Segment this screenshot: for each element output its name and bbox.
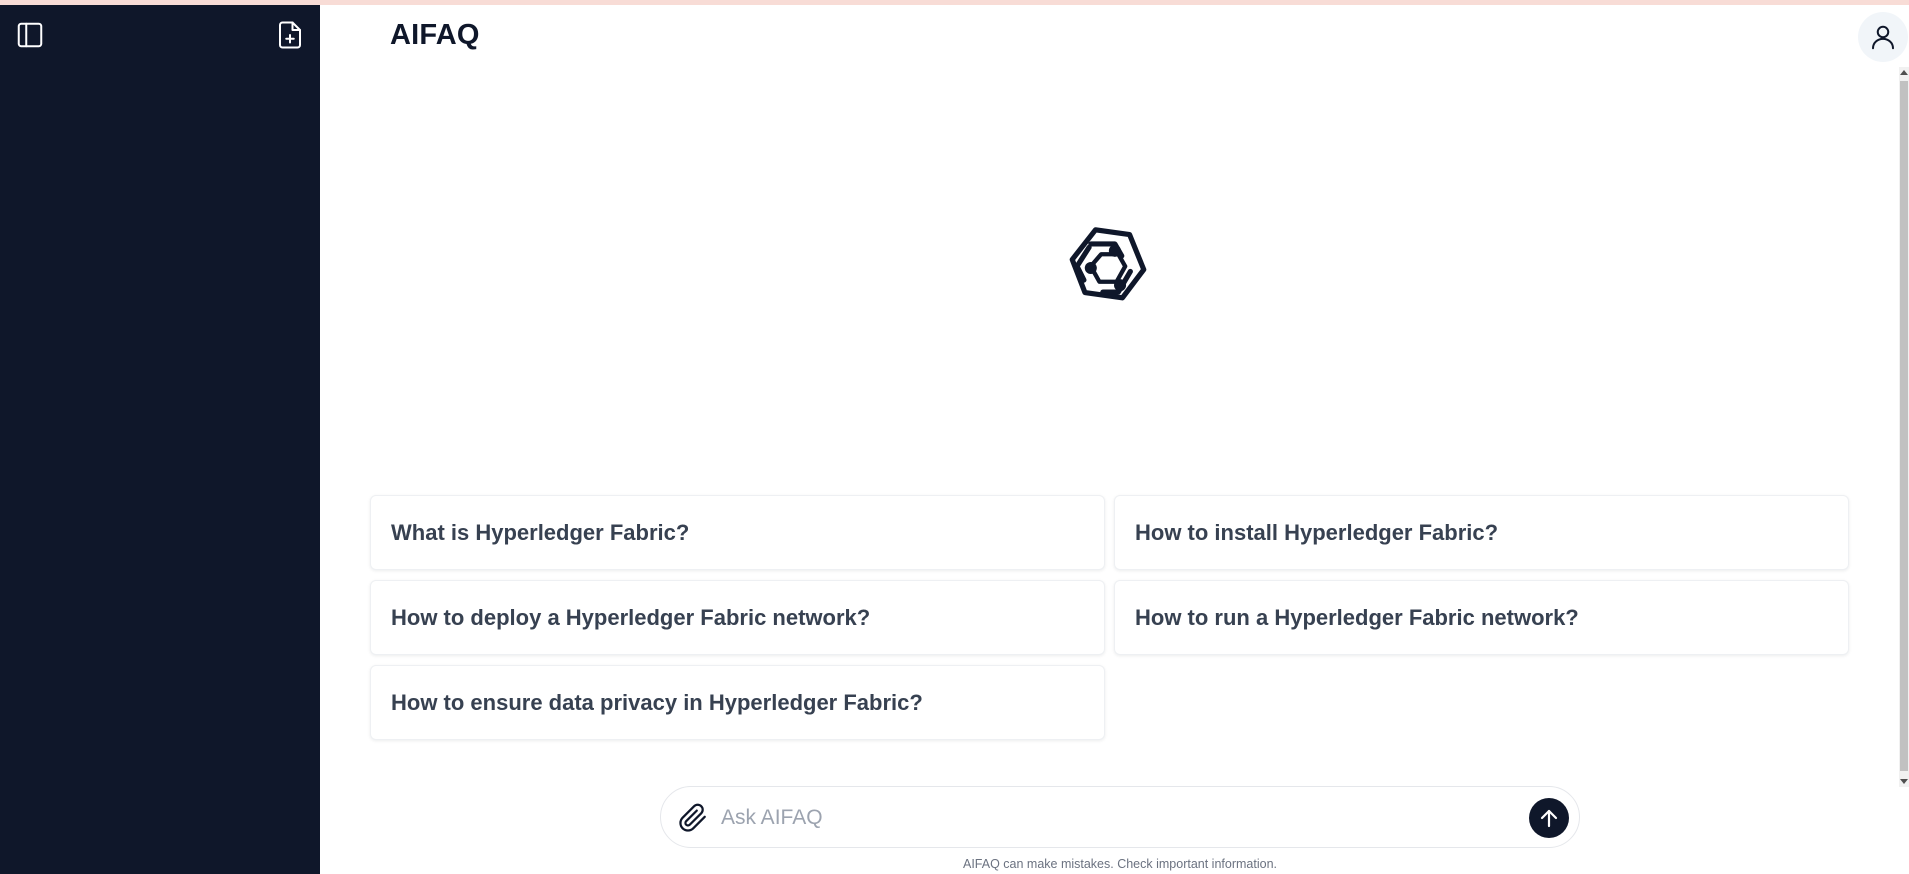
toggle-sidebar-button[interactable] (12, 17, 48, 53)
paperclip-icon (679, 803, 706, 832)
hyperledger-hexagon-logo-icon (1069, 227, 1147, 301)
arrow-up-icon (1540, 809, 1558, 828)
suggestion-label: How to install Hyperledger Fabric? (1135, 519, 1499, 545)
user-menu-button[interactable] (1858, 12, 1908, 62)
suggestion-card[interactable]: How to deploy a Hyperledger Fabric netwo… (370, 580, 1105, 655)
suggestion-card[interactable]: How to ensure data privacy in Hyperledge… (370, 665, 1105, 740)
sidebar (0, 5, 320, 874)
suggestion-label: How to ensure data privacy in Hyperledge… (391, 689, 923, 715)
scroll-up-arrow[interactable] (1900, 70, 1908, 75)
chat-main-area: AIFAQ What is Hyperledger Fabric? How to… (320, 5, 1909, 874)
suggestion-card[interactable]: How to run a Hyperledger Fabric network? (1114, 580, 1849, 655)
suggestion-label: How to run a Hyperledger Fabric network? (1135, 604, 1579, 630)
suggestion-card[interactable]: What is Hyperledger Fabric? (370, 495, 1105, 570)
suggestion-card[interactable]: How to install Hyperledger Fabric? (1114, 495, 1849, 570)
suggestion-label: How to deploy a Hyperledger Fabric netwo… (391, 604, 871, 630)
user-icon (1872, 25, 1894, 50)
scroll-thumb[interactable] (1900, 81, 1908, 771)
app-title: AIFAQ (390, 19, 480, 51)
attach-file-button[interactable] (675, 800, 711, 836)
message-composer (660, 786, 1580, 848)
send-button[interactable] (1529, 798, 1569, 838)
scroll-down-arrow[interactable] (1900, 779, 1908, 784)
new-document-icon (279, 21, 301, 49)
new-chat-button[interactable] (272, 17, 308, 53)
sidebar-panel-icon (17, 22, 43, 48)
main-scrollbar[interactable] (1899, 67, 1909, 787)
suggestion-label: What is Hyperledger Fabric? (391, 519, 690, 545)
ask-input[interactable] (721, 801, 1501, 835)
disclaimer-text: AIFAQ can make mistakes. Check important… (962, 857, 1277, 871)
